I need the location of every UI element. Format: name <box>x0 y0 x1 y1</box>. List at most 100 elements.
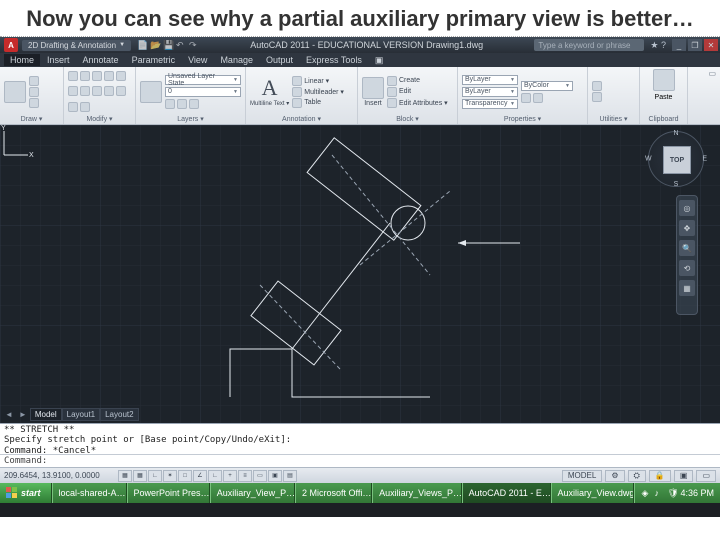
tab-model[interactable]: Model <box>30 408 62 421</box>
snap-toggle[interactable]: ▦ <box>118 470 132 482</box>
save-icon[interactable]: 💾 <box>163 40 173 50</box>
erase-icon[interactable] <box>92 86 102 96</box>
maximize-button[interactable]: ❐ <box>688 39 702 51</box>
tab-manage[interactable]: Manage <box>214 54 259 66</box>
layer-freeze-icon[interactable] <box>165 99 175 109</box>
rotate-icon[interactable] <box>104 71 114 81</box>
arc-tool-icon[interactable] <box>29 76 39 86</box>
drawing-canvas[interactable]: TOP N S E W ◎ ✥ 🔍 ⟲ ▦ Y X ◄ <box>0 125 720 423</box>
help-icon[interactable]: ★ ? <box>650 40 666 51</box>
fillet-icon[interactable] <box>68 102 78 112</box>
layer-color-icon[interactable] <box>189 99 199 109</box>
linear-dim-button[interactable]: Linear ▾ <box>292 76 344 86</box>
tab-insert[interactable]: Insert <box>41 54 76 66</box>
command-history[interactable]: ** STRETCH ** Specify stretch point or [… <box>0 424 720 454</box>
create-block-button[interactable]: Create <box>387 76 448 86</box>
showmotion-icon[interactable]: ▦ <box>679 280 695 296</box>
taskbar-task[interactable]: PowerPoint Pres… <box>127 483 210 503</box>
otrack-toggle[interactable]: ∠ <box>193 470 207 482</box>
ducs-toggle[interactable]: ∟ <box>208 470 222 482</box>
pan-icon[interactable]: ✥ <box>679 220 695 236</box>
tab-layout1[interactable]: Layout1 <box>62 408 100 421</box>
undo-icon[interactable]: ↶ <box>176 40 186 50</box>
command-line[interactable]: Command: <box>0 454 720 467</box>
command-input[interactable] <box>49 456 716 466</box>
close-button[interactable]: ✕ <box>704 39 718 51</box>
start-button[interactable]: start <box>0 483 52 503</box>
viewcube-face[interactable]: TOP <box>663 146 691 174</box>
dyn-toggle[interactable]: + <box>223 470 237 482</box>
workspace-switcher[interactable]: 2D Drafting & Annotation ▼ <box>22 40 131 51</box>
circle-tool-icon[interactable] <box>29 87 39 97</box>
tab-output[interactable]: Output <box>260 54 299 66</box>
clean-screen-button[interactable]: ▭ <box>696 470 716 482</box>
mirror-icon[interactable] <box>116 71 126 81</box>
taskbar-task[interactable]: 2 Microsoft Offi… <box>295 483 372 503</box>
layer-properties-icon[interactable] <box>140 81 162 103</box>
tab-layout2[interactable]: Layout2 <box>100 408 138 421</box>
tab-extra[interactable]: ▣ <box>369 54 390 67</box>
lineweight-combo[interactable]: ByColor▼ <box>521 81 573 91</box>
array-icon[interactable] <box>116 86 126 96</box>
edit-block-button[interactable]: Edit <box>387 87 448 97</box>
system-tray[interactable]: ◈ ♪ 🛡 4:36 PM <box>634 483 720 503</box>
ortho-toggle[interactable]: ∟ <box>148 470 162 482</box>
explode-icon[interactable] <box>80 102 90 112</box>
sc-toggle[interactable]: ▤ <box>283 470 297 482</box>
redo-icon[interactable]: ↷ <box>189 40 199 50</box>
taskbar-task[interactable]: Auxiliary_View_P… <box>210 483 295 503</box>
new-icon[interactable]: 📄 <box>137 40 147 50</box>
qp-toggle[interactable]: ▣ <box>268 470 282 482</box>
full-nav-wheel-icon[interactable]: ◎ <box>679 200 695 216</box>
toolbar-lock-button[interactable]: 🔒 <box>649 470 671 482</box>
text-tool-icon[interactable]: A <box>262 77 278 99</box>
tab-home[interactable]: Home <box>4 54 40 66</box>
table-button[interactable]: Table <box>292 98 344 108</box>
search-input[interactable]: Type a keyword or phrase <box>534 39 644 51</box>
zoom-extents-icon[interactable]: 🔍 <box>679 240 695 256</box>
layer-combo[interactable]: 0▼ <box>165 87 241 97</box>
open-icon[interactable]: 📂 <box>150 40 160 50</box>
orbit-icon[interactable]: ⟲ <box>679 260 695 276</box>
rectangle-tool-icon[interactable] <box>29 98 39 108</box>
insert-block-icon[interactable] <box>362 77 384 99</box>
taskbar-task[interactable]: Auxiliary_Views_P… <box>372 483 461 503</box>
select-all-icon[interactable] <box>592 92 602 102</box>
tray-network-icon[interactable]: ◈ <box>641 488 651 498</box>
model-space-button[interactable]: MODEL <box>562 470 602 482</box>
viewcube[interactable]: TOP N S E W <box>648 131 704 187</box>
lwt-toggle[interactable]: ≡ <box>238 470 252 482</box>
tab-next-button[interactable]: ► <box>16 409 30 420</box>
scale-icon[interactable] <box>68 86 78 96</box>
match-props-icon[interactable] <box>533 93 543 103</box>
stretch-icon[interactable] <box>92 71 102 81</box>
ribbon-minimize-button[interactable]: ▭ <box>704 67 720 124</box>
measure-icon[interactable] <box>592 81 602 91</box>
layer-lock-icon[interactable] <box>177 99 187 109</box>
app-logo[interactable]: A <box>4 38 18 52</box>
taskbar-task[interactable]: Auxiliary_View.dwg <box>551 483 635 503</box>
tray-shield-icon[interactable]: 🛡 <box>667 488 677 498</box>
tab-view[interactable]: View <box>182 54 213 66</box>
tab-parametric[interactable]: Parametric <box>126 54 182 66</box>
annotation-scale-button[interactable]: ⚙ <box>605 470 624 482</box>
taskbar-task[interactable]: local-shared-A… <box>52 483 127 503</box>
tab-express-tools[interactable]: Express Tools <box>300 54 368 66</box>
osnap-toggle[interactable]: □ <box>178 470 192 482</box>
multileader-button[interactable]: Multileader ▾ <box>292 87 344 97</box>
paste-icon[interactable] <box>653 69 675 91</box>
linetype-combo[interactable]: ByLayer▼ <box>462 87 518 97</box>
hardware-accel-button[interactable]: ▣ <box>674 470 694 482</box>
taskbar-clock[interactable]: 4:36 PM <box>680 488 714 498</box>
line-tool-icon[interactable] <box>4 81 26 103</box>
taskbar-task[interactable]: AutoCAD 2011 - E… <box>462 483 551 503</box>
polar-toggle[interactable]: ✶ <box>163 470 177 482</box>
grid-toggle[interactable]: ▦ <box>133 470 147 482</box>
offset-icon[interactable] <box>104 86 114 96</box>
copy-icon[interactable] <box>80 71 90 81</box>
color-combo[interactable]: ByLayer▼ <box>462 75 518 85</box>
tab-prev-button[interactable]: ◄ <box>2 409 16 420</box>
coordinates-readout[interactable]: 209.6454, 13.9100, 0.0000 <box>4 471 114 480</box>
tpy-toggle[interactable]: ▭ <box>253 470 267 482</box>
trim-icon[interactable] <box>80 86 90 96</box>
